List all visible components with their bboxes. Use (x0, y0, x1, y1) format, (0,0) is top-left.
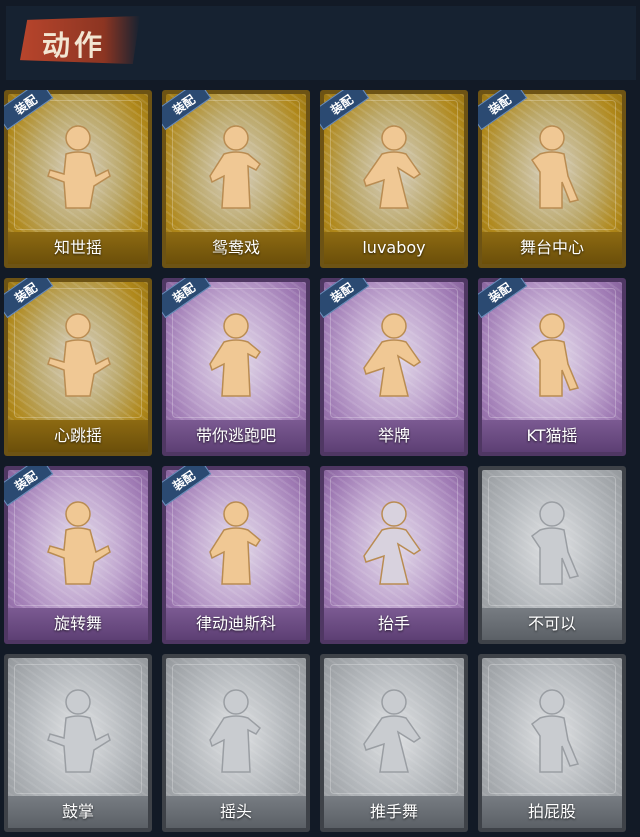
action-label: 心跳摇 (53, 426, 102, 445)
action-card[interactable]: 律动迪斯科 装配 (162, 466, 310, 644)
action-card[interactable]: KT猫摇 装配 (478, 278, 626, 456)
action-card[interactable]: 旋转舞 装配 (4, 466, 152, 644)
dancer-cross-arms-icon (363, 125, 422, 209)
hold-sign-icon (363, 313, 422, 397)
action-label: KT猫摇 (526, 426, 578, 445)
action-card[interactable]: 拍屁股 (478, 654, 626, 832)
push-dance-icon (363, 689, 422, 773)
dancer-mic-icon (530, 313, 580, 397)
action-label: 旋转舞 (53, 614, 102, 633)
action-label: 推手舞 (369, 802, 418, 821)
dancer-pose-icon (209, 125, 261, 209)
shake-head-icon (209, 689, 261, 773)
page-title: 动作 (42, 29, 107, 62)
action-card[interactable]: 不可以 (478, 466, 626, 644)
butt-slap-icon (530, 689, 580, 773)
action-label: 抬手 (377, 614, 410, 633)
action-card[interactable]: 带你逃跑吧 装配 (162, 278, 310, 456)
dancer-sparkle-icon (530, 125, 580, 209)
action-card[interactable]: 舞台中心 装配 (478, 90, 626, 268)
action-label: 律动迪斯科 (195, 614, 276, 633)
dancer-spin-icon (47, 501, 111, 585)
action-label: 鸳鸯戏 (211, 238, 260, 257)
action-card[interactable]: 心跳摇 装配 (4, 278, 152, 456)
action-card[interactable]: 推手舞 (320, 654, 468, 832)
action-card[interactable]: 摇头 (162, 654, 310, 832)
action-card[interactable]: 鼓掌 (4, 654, 152, 832)
action-grid: 知世摇 装配 鸳鸯戏 装配 luvaboy 装配 舞台中心 装配心跳摇 装配 带你逃跑吧 装配 举牌装… (4, 90, 636, 832)
action-label: 不可以 (527, 614, 576, 633)
action-label: 带你逃跑吧 (195, 426, 276, 445)
action-card[interactable]: 举牌 装配 (320, 278, 468, 456)
dancer-disco-icon (209, 501, 261, 585)
dancer-wave-icon (47, 313, 111, 397)
raise-hand-icon (363, 501, 422, 585)
action-card[interactable]: 鸳鸯戏 装配 (162, 90, 310, 268)
action-label: luvaboy (362, 238, 426, 257)
action-label: 举牌 (377, 426, 410, 445)
dancer-arms-out-icon (47, 125, 111, 209)
action-card[interactable]: luvaboy 装配 (320, 90, 468, 268)
action-label: 拍屁股 (527, 802, 576, 821)
action-card[interactable]: 抬手 (320, 466, 468, 644)
header-panel: 动作 (6, 6, 636, 80)
dancer-point-icon (209, 313, 261, 397)
action-label: 鼓掌 (61, 802, 94, 821)
action-label: 舞台中心 (519, 238, 584, 257)
finger-wag-icon (530, 501, 580, 585)
action-label: 知世摇 (53, 238, 102, 257)
action-label: 摇头 (219, 802, 252, 821)
clap-icon (47, 689, 111, 773)
action-card[interactable]: 知世摇 装配 (4, 90, 152, 268)
